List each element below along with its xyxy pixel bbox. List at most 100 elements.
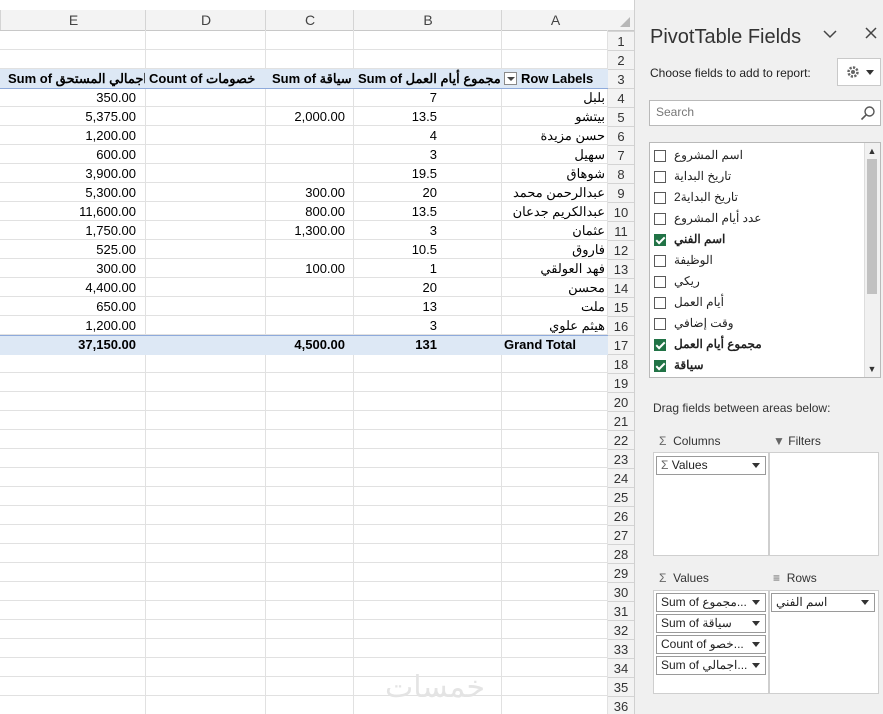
cell-b-row-5[interactable]: 13.5 [353,107,437,126]
header-sum-driving[interactable]: Sum of سياقة [272,69,356,88]
cell-a-row-12[interactable]: فاروق [501,240,605,259]
row-header-16[interactable]: 16 [608,316,634,335]
cell-a-row-8[interactable]: شوهاق [501,164,605,183]
cell-b-row-7[interactable]: 3 [353,145,437,164]
cell-b-row-14[interactable]: 20 [353,278,437,297]
cell-e-row-10[interactable]: 11,600.00 [0,202,136,221]
header-sum-workdays[interactable]: Sum of مجموع أيام العمل [358,69,501,88]
row-header-30[interactable]: 30 [608,582,634,601]
cell-e-row-6[interactable]: 1,200.00 [0,126,136,145]
cell-c-row-6[interactable] [265,126,345,145]
total-b[interactable]: 131 [353,335,437,354]
cell-b-row-12[interactable]: 10.5 [353,240,437,259]
row-header-24[interactable]: 24 [608,468,634,487]
row-header-20[interactable]: 20 [608,392,634,411]
cell-a-row-7[interactable]: سهيل [501,145,605,164]
columns-values-chip[interactable]: Σ Values [656,456,766,475]
row-header-13[interactable]: 13 [608,259,634,278]
cell-a-row-10[interactable]: عبدالكريم جدعان [501,202,605,221]
cell-e-row-15[interactable]: 650.00 [0,297,136,316]
cell-a-row-16[interactable]: هيثم علوي [501,316,605,335]
cell-e-row-12[interactable]: 525.00 [0,240,136,259]
col-header-a[interactable]: A [501,10,609,30]
cell-c-row-15[interactable] [265,297,345,316]
values-field-chip[interactable]: Sum of مجموع... [656,593,766,612]
cell-c-row-5[interactable]: 2,000.00 [265,107,345,126]
row-header-32[interactable]: 32 [608,620,634,639]
field-checkbox[interactable] [654,360,666,372]
cell-e-row-11[interactable]: 1,750.00 [0,221,136,240]
field-checkbox[interactable] [654,339,666,351]
cell-b-row-4[interactable]: 7 [353,88,437,107]
row-header-27[interactable]: 27 [608,525,634,544]
field-checkbox[interactable] [654,150,666,162]
field-item[interactable]: أيام العمل [654,294,854,314]
values-field-chip[interactable]: Count of خصو... [656,635,766,654]
row-header-9[interactable]: 9 [608,183,634,202]
cell-a-row-6[interactable]: حسن مزيدة [501,126,605,145]
cell-c-row-13[interactable]: 100.00 [265,259,345,278]
row-header-22[interactable]: 22 [608,430,634,449]
row-header-19[interactable]: 19 [608,373,634,392]
row-header-34[interactable]: 34 [608,658,634,677]
cell-e-row-13[interactable]: 300.00 [0,259,136,278]
row-header-18[interactable]: 18 [608,354,634,373]
cell-e-row-9[interactable]: 5,300.00 [0,183,136,202]
cell-c-row-14[interactable] [265,278,345,297]
row-header-35[interactable]: 35 [608,677,634,696]
col-header-b[interactable]: B [353,10,502,30]
field-checkbox[interactable] [654,297,666,309]
cell-e-row-7[interactable]: 600.00 [0,145,136,164]
cell-e-row-16[interactable]: 1,200.00 [0,316,136,335]
cell-b-row-11[interactable]: 3 [353,221,437,240]
field-checkbox[interactable] [654,318,666,330]
row-header-14[interactable]: 14 [608,278,634,297]
header-count-deductions[interactable]: Count of خصومات [149,69,267,88]
row-header-29[interactable]: 29 [608,563,634,582]
scroll-thumb[interactable] [867,159,877,294]
field-item[interactable]: مجموع أيام العمل [654,336,854,356]
row-header-7[interactable]: 7 [608,145,634,164]
select-all-corner[interactable] [608,10,634,30]
scroll-down-icon[interactable]: ▼ [867,364,877,374]
rows-field-chip[interactable]: اسم الفني [771,593,875,612]
chevron-down-icon[interactable] [823,26,837,44]
scroll-up-icon[interactable]: ▲ [867,146,877,156]
row-header-11[interactable]: 11 [608,221,634,240]
cell-b-row-15[interactable]: 13 [353,297,437,316]
close-icon[interactable] [865,26,877,44]
row-header-2[interactable]: 2 [608,50,634,69]
cell-a-row-13[interactable]: فهد العولقي [501,259,605,278]
cell-c-row-10[interactable]: 800.00 [265,202,345,221]
col-header-e[interactable]: E [0,10,146,30]
cell-c-row-9[interactable]: 300.00 [265,183,345,202]
row-header-25[interactable]: 25 [608,487,634,506]
field-checkbox[interactable] [654,213,666,225]
field-checkbox[interactable] [654,234,666,246]
cell-a-row-5[interactable]: بيتشو [501,107,605,126]
cell-e-row-14[interactable]: 4,400.00 [0,278,136,297]
field-item[interactable]: وقت إضافي [654,315,854,335]
row-header-36[interactable]: 36 [608,696,634,714]
cell-a-row-15[interactable]: ملت [501,297,605,316]
row-header-5[interactable]: 5 [608,107,634,126]
cell-b-row-9[interactable]: 20 [353,183,437,202]
field-item[interactable]: اسم المشروع [654,147,854,167]
field-search-input[interactable]: Search [649,100,881,126]
cell-a-row-11[interactable]: عثمان [501,221,605,240]
cell-c-row-8[interactable] [265,164,345,183]
field-item[interactable]: الوظيفة [654,252,854,272]
field-list-scrollbar[interactable]: ▲ ▼ [864,143,880,377]
col-header-d[interactable]: D [145,10,266,30]
total-label[interactable]: Grand Total [504,335,604,354]
cell-a-row-9[interactable]: عبدالرحمن محمد [501,183,605,202]
row-header-21[interactable]: 21 [608,411,634,430]
row-header-3[interactable]: 3 [608,69,634,88]
col-header-c[interactable]: C [265,10,354,30]
row-header-15[interactable]: 15 [608,297,634,316]
field-checkbox[interactable] [654,255,666,267]
field-checkbox[interactable] [654,192,666,204]
cell-b-row-10[interactable]: 13.5 [353,202,437,221]
cell-e-row-8[interactable]: 3,900.00 [0,164,136,183]
cell-e-row-4[interactable]: 350.00 [0,88,136,107]
